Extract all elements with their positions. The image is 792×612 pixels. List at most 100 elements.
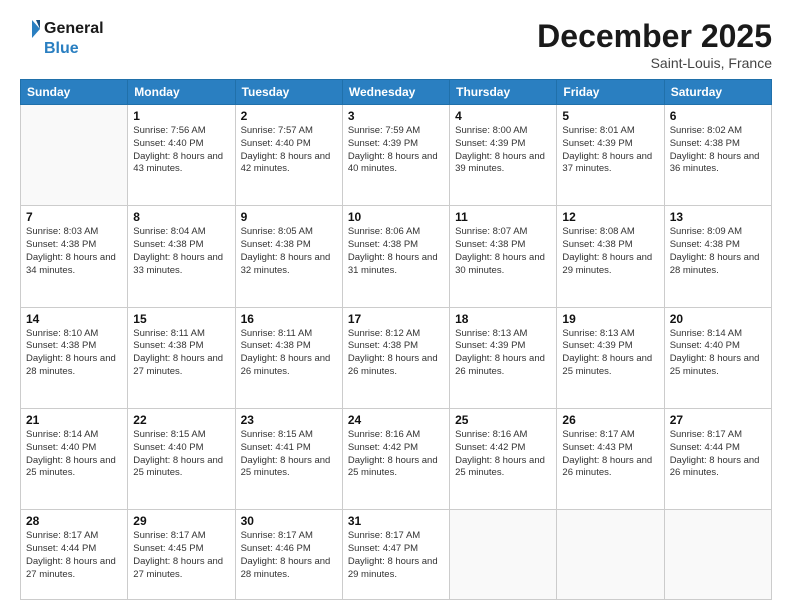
sunset-text: Sunset: 4:40 PM — [26, 442, 122, 455]
sunrise-text: Sunrise: 8:11 AM — [133, 328, 229, 341]
calendar-cell — [557, 510, 664, 600]
daylight-text: Daylight: 8 hours and 25 minutes. — [562, 353, 658, 379]
header-saturday: Saturday — [664, 80, 771, 105]
cell-info: Sunrise: 8:11 AM Sunset: 4:38 PM Dayligh… — [133, 328, 229, 379]
calendar-cell: 17 Sunrise: 8:12 AM Sunset: 4:38 PM Dayl… — [342, 307, 449, 408]
sunset-text: Sunset: 4:40 PM — [241, 138, 337, 151]
day-number: 14 — [26, 312, 122, 326]
day-number: 8 — [133, 210, 229, 224]
day-number: 24 — [348, 413, 444, 427]
day-number: 4 — [455, 109, 551, 123]
calendar-cell: 7 Sunrise: 8:03 AM Sunset: 4:38 PM Dayli… — [21, 206, 128, 307]
calendar-cell: 31 Sunrise: 8:17 AM Sunset: 4:47 PM Dayl… — [342, 510, 449, 600]
daylight-text: Daylight: 8 hours and 33 minutes. — [133, 252, 229, 278]
sunset-text: Sunset: 4:38 PM — [133, 239, 229, 252]
sunrise-text: Sunrise: 8:08 AM — [562, 226, 658, 239]
day-number: 6 — [670, 109, 766, 123]
sunset-text: Sunset: 4:42 PM — [348, 442, 444, 455]
cell-info: Sunrise: 8:16 AM Sunset: 4:42 PM Dayligh… — [348, 429, 444, 480]
daylight-text: Daylight: 8 hours and 26 minutes. — [455, 353, 551, 379]
sunset-text: Sunset: 4:39 PM — [455, 138, 551, 151]
cell-info: Sunrise: 8:02 AM Sunset: 4:38 PM Dayligh… — [670, 125, 766, 176]
cell-info: Sunrise: 8:17 AM Sunset: 4:44 PM Dayligh… — [26, 530, 122, 581]
sunrise-text: Sunrise: 7:59 AM — [348, 125, 444, 138]
daylight-text: Daylight: 8 hours and 27 minutes. — [133, 556, 229, 582]
sunset-text: Sunset: 4:39 PM — [455, 340, 551, 353]
cell-info: Sunrise: 8:10 AM Sunset: 4:38 PM Dayligh… — [26, 328, 122, 379]
sunset-text: Sunset: 4:38 PM — [241, 239, 337, 252]
sunset-text: Sunset: 4:40 PM — [133, 138, 229, 151]
sunrise-text: Sunrise: 8:17 AM — [670, 429, 766, 442]
calendar-cell — [664, 510, 771, 600]
cell-info: Sunrise: 8:14 AM Sunset: 4:40 PM Dayligh… — [670, 328, 766, 379]
cell-info: Sunrise: 8:00 AM Sunset: 4:39 PM Dayligh… — [455, 125, 551, 176]
sunrise-text: Sunrise: 8:07 AM — [455, 226, 551, 239]
cell-info: Sunrise: 8:09 AM Sunset: 4:38 PM Dayligh… — [670, 226, 766, 277]
logo-bird-icon — [20, 18, 42, 40]
calendar-cell: 1 Sunrise: 7:56 AM Sunset: 4:40 PM Dayli… — [128, 105, 235, 206]
sunset-text: Sunset: 4:38 PM — [455, 239, 551, 252]
calendar-cell: 23 Sunrise: 8:15 AM Sunset: 4:41 PM Dayl… — [235, 408, 342, 509]
daylight-text: Daylight: 8 hours and 31 minutes. — [348, 252, 444, 278]
day-number: 5 — [562, 109, 658, 123]
location: Saint-Louis, France — [537, 55, 772, 71]
header: General Blue December 2025 Saint-Louis, … — [20, 18, 772, 71]
sunrise-text: Sunrise: 8:17 AM — [26, 530, 122, 543]
sunset-text: Sunset: 4:38 PM — [562, 239, 658, 252]
calendar-cell: 3 Sunrise: 7:59 AM Sunset: 4:39 PM Dayli… — [342, 105, 449, 206]
cell-info: Sunrise: 8:11 AM Sunset: 4:38 PM Dayligh… — [241, 328, 337, 379]
daylight-text: Daylight: 8 hours and 40 minutes. — [348, 151, 444, 177]
calendar-cell: 11 Sunrise: 8:07 AM Sunset: 4:38 PM Dayl… — [450, 206, 557, 307]
calendar-cell: 9 Sunrise: 8:05 AM Sunset: 4:38 PM Dayli… — [235, 206, 342, 307]
calendar-cell: 21 Sunrise: 8:14 AM Sunset: 4:40 PM Dayl… — [21, 408, 128, 509]
sunrise-text: Sunrise: 8:16 AM — [348, 429, 444, 442]
daylight-text: Daylight: 8 hours and 37 minutes. — [562, 151, 658, 177]
sunrise-text: Sunrise: 7:57 AM — [241, 125, 337, 138]
sunrise-text: Sunrise: 8:06 AM — [348, 226, 444, 239]
logo-general: General — [44, 20, 104, 38]
sunrise-text: Sunrise: 8:01 AM — [562, 125, 658, 138]
day-number: 1 — [133, 109, 229, 123]
day-number: 27 — [670, 413, 766, 427]
day-number: 16 — [241, 312, 337, 326]
day-number: 2 — [241, 109, 337, 123]
cell-info: Sunrise: 8:17 AM Sunset: 4:44 PM Dayligh… — [670, 429, 766, 480]
cell-info: Sunrise: 7:57 AM Sunset: 4:40 PM Dayligh… — [241, 125, 337, 176]
cell-info: Sunrise: 8:04 AM Sunset: 4:38 PM Dayligh… — [133, 226, 229, 277]
calendar-table: Sunday Monday Tuesday Wednesday Thursday… — [20, 79, 772, 600]
calendar-cell: 18 Sunrise: 8:13 AM Sunset: 4:39 PM Dayl… — [450, 307, 557, 408]
sunrise-text: Sunrise: 8:14 AM — [26, 429, 122, 442]
sunset-text: Sunset: 4:39 PM — [348, 138, 444, 151]
cell-info: Sunrise: 7:59 AM Sunset: 4:39 PM Dayligh… — [348, 125, 444, 176]
daylight-text: Daylight: 8 hours and 28 minutes. — [670, 252, 766, 278]
cell-info: Sunrise: 8:05 AM Sunset: 4:38 PM Dayligh… — [241, 226, 337, 277]
day-number: 26 — [562, 413, 658, 427]
sunrise-text: Sunrise: 8:03 AM — [26, 226, 122, 239]
sunset-text: Sunset: 4:46 PM — [241, 543, 337, 556]
sunset-text: Sunset: 4:40 PM — [670, 340, 766, 353]
sunrise-text: Sunrise: 8:15 AM — [241, 429, 337, 442]
cell-info: Sunrise: 8:14 AM Sunset: 4:40 PM Dayligh… — [26, 429, 122, 480]
sunset-text: Sunset: 4:43 PM — [562, 442, 658, 455]
sunrise-text: Sunrise: 7:56 AM — [133, 125, 229, 138]
daylight-text: Daylight: 8 hours and 27 minutes. — [133, 353, 229, 379]
sunset-text: Sunset: 4:38 PM — [133, 340, 229, 353]
calendar-cell: 5 Sunrise: 8:01 AM Sunset: 4:39 PM Dayli… — [557, 105, 664, 206]
daylight-text: Daylight: 8 hours and 28 minutes. — [241, 556, 337, 582]
day-number: 12 — [562, 210, 658, 224]
calendar-cell: 13 Sunrise: 8:09 AM Sunset: 4:38 PM Dayl… — [664, 206, 771, 307]
daylight-text: Daylight: 8 hours and 26 minutes. — [348, 353, 444, 379]
cell-info: Sunrise: 8:15 AM Sunset: 4:40 PM Dayligh… — [133, 429, 229, 480]
daylight-text: Daylight: 8 hours and 30 minutes. — [455, 252, 551, 278]
daylight-text: Daylight: 8 hours and 29 minutes. — [562, 252, 658, 278]
sunset-text: Sunset: 4:39 PM — [562, 340, 658, 353]
day-number: 18 — [455, 312, 551, 326]
calendar-cell: 22 Sunrise: 8:15 AM Sunset: 4:40 PM Dayl… — [128, 408, 235, 509]
sunset-text: Sunset: 4:39 PM — [562, 138, 658, 151]
day-number: 28 — [26, 514, 122, 528]
day-number: 19 — [562, 312, 658, 326]
sunrise-text: Sunrise: 8:17 AM — [133, 530, 229, 543]
sunset-text: Sunset: 4:44 PM — [670, 442, 766, 455]
day-number: 29 — [133, 514, 229, 528]
cell-info: Sunrise: 8:08 AM Sunset: 4:38 PM Dayligh… — [562, 226, 658, 277]
